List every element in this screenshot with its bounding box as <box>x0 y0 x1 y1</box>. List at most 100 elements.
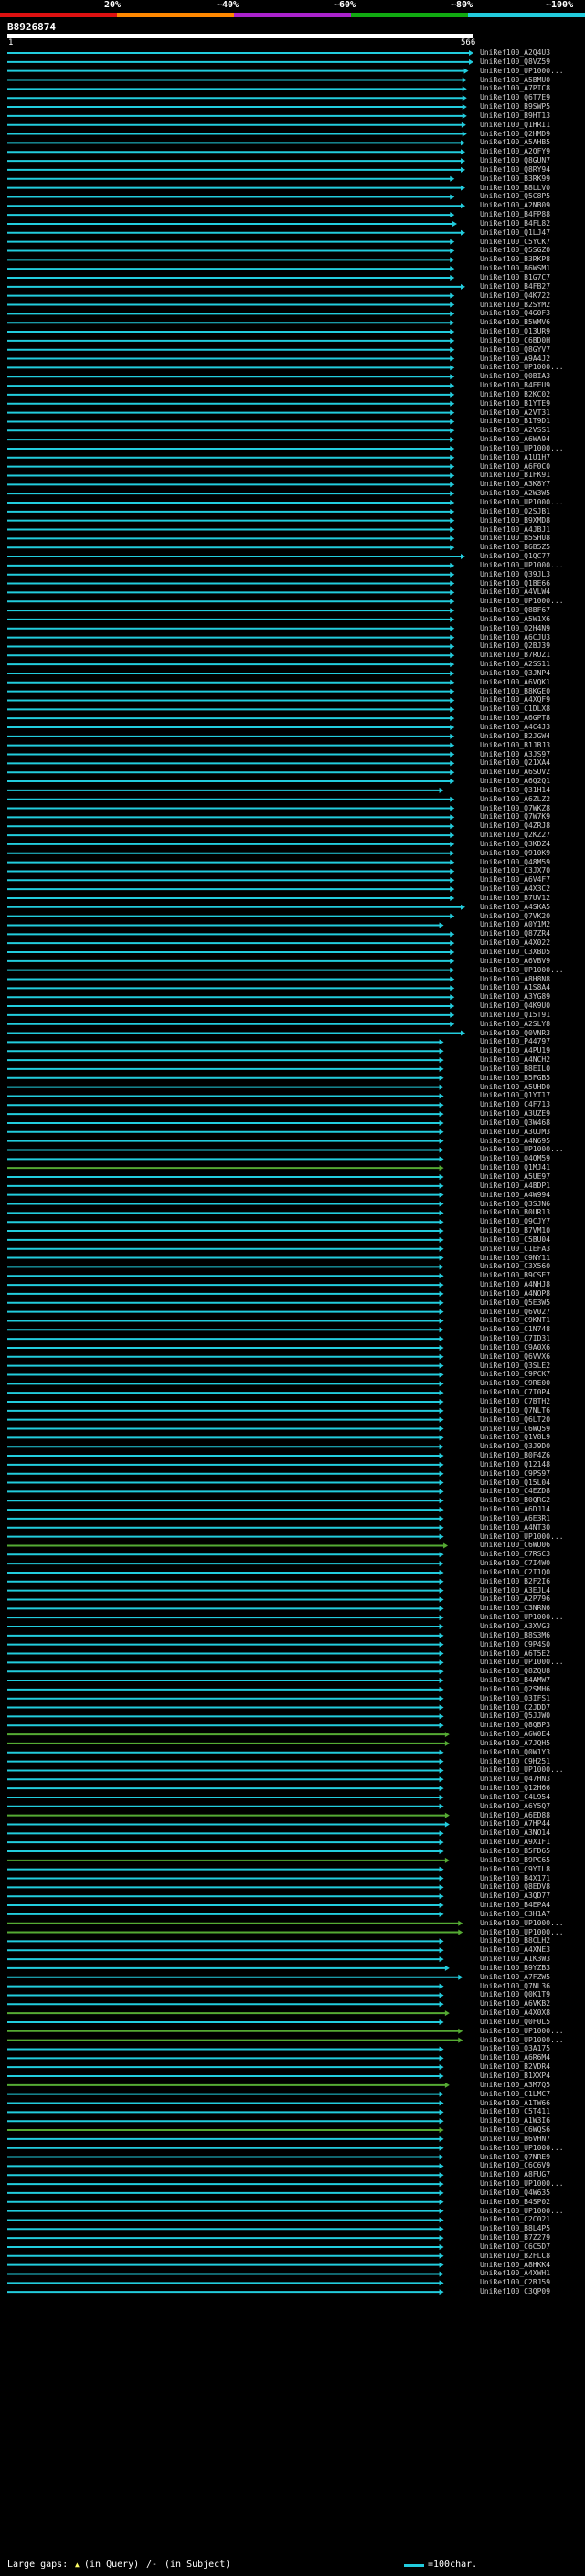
hit-label[interactable]: UniRef100_Q2H4N9 <box>480 624 585 632</box>
hit-label[interactable]: UniRef100_B7RUZ1 <box>480 651 585 659</box>
hit-label[interactable]: UniRef100_Q2KZ27 <box>480 831 585 839</box>
hit-label[interactable]: UniRef100_Q39JL3 <box>480 570 585 578</box>
hit-label[interactable]: UniRef100_A8HKK4 <box>480 2261 585 2269</box>
hit-label[interactable]: UniRef100_B7Z279 <box>480 2233 585 2242</box>
hit-label[interactable]: UniRef100_A2QFY9 <box>480 147 585 155</box>
hit-label[interactable]: UniRef100_Q4W635 <box>480 2189 585 2197</box>
hit-label[interactable]: UniRef100_C3XBD5 <box>480 948 585 956</box>
hit-label[interactable]: UniRef100_C9A0X6 <box>480 1343 585 1352</box>
hit-label[interactable]: UniRef100_A4XWH1 <box>480 2269 585 2277</box>
hit-label[interactable]: UniRef100_B6WSM1 <box>480 264 585 272</box>
hit-label[interactable]: UniRef100_B8LLV0 <box>480 184 585 192</box>
hit-label[interactable]: UniRef100_B5SHU8 <box>480 534 585 542</box>
hit-label[interactable]: UniRef100_Q1QC77 <box>480 552 585 560</box>
hit-label[interactable]: UniRef100_C5T411 <box>480 2107 585 2115</box>
hit-label[interactable]: UniRef100_B8S3M6 <box>480 1631 585 1639</box>
hit-label[interactable]: UniRef100_Q0VNR3 <box>480 1029 585 1037</box>
hit-label[interactable]: UniRef100_B4X171 <box>480 1874 585 1882</box>
hit-label[interactable]: UniRef100_UP1000... <box>480 363 585 371</box>
hit-label[interactable]: UniRef100_A2P796 <box>480 1595 585 1603</box>
hit-label[interactable]: UniRef100_C3X560 <box>480 1262 585 1270</box>
hit-label[interactable]: UniRef100_C3JX70 <box>480 866 585 875</box>
hit-label[interactable]: UniRef100_UP1000... <box>480 1145 585 1153</box>
hit-label[interactable]: UniRef100_C4F713 <box>480 1100 585 1108</box>
hit-label[interactable]: UniRef100_UP1000... <box>480 2036 585 2044</box>
hit-label[interactable]: UniRef100_B1FK91 <box>480 471 585 479</box>
hit-label[interactable]: UniRef100_UP1000... <box>480 2179 585 2188</box>
hit-label[interactable]: UniRef100_Q6T7E9 <box>480 93 585 101</box>
hit-label[interactable]: UniRef100_A7FZW5 <box>480 1973 585 1981</box>
hit-label[interactable]: UniRef100_Q8RY94 <box>480 165 585 174</box>
hit-label[interactable]: UniRef100_C9KNT1 <box>480 1316 585 1324</box>
hit-label[interactable]: UniRef100_C6WU06 <box>480 1541 585 1549</box>
hit-label[interactable]: UniRef100_Q4G0F3 <box>480 309 585 317</box>
hit-label[interactable]: UniRef100_B4FB27 <box>480 282 585 291</box>
hit-label[interactable]: UniRef100_A2SS11 <box>480 660 585 668</box>
hit-label[interactable]: UniRef100_B7UV12 <box>480 894 585 902</box>
hit-label[interactable]: UniRef100_Q0BIA3 <box>480 372 585 380</box>
hit-label[interactable]: UniRef100_Q0K1T9 <box>480 1990 585 1998</box>
hit-label[interactable]: UniRef100_Q7WKZ8 <box>480 804 585 812</box>
hit-label[interactable]: UniRef100_A9A4J2 <box>480 355 585 363</box>
hit-label[interactable]: UniRef100_Q87ZR4 <box>480 929 585 938</box>
hit-label[interactable]: UniRef100_C2C021 <box>480 2215 585 2223</box>
hit-label[interactable]: UniRef100_A7PIC8 <box>480 84 585 92</box>
hit-label[interactable]: UniRef100_UP1000... <box>480 966 585 974</box>
hit-label[interactable]: UniRef100_A7HP44 <box>480 1819 585 1828</box>
hit-label[interactable]: UniRef100_P44797 <box>480 1037 585 1045</box>
hit-label[interactable]: UniRef100_C6C5D7 <box>480 2242 585 2251</box>
hit-label[interactable]: UniRef100_B2VDR4 <box>480 2062 585 2071</box>
hit-label[interactable]: UniRef100_B1G7C7 <box>480 273 585 281</box>
hit-label[interactable]: UniRef100_Q8GUN7 <box>480 156 585 164</box>
hit-label[interactable]: UniRef100_UP1000... <box>480 1765 585 1774</box>
hit-label[interactable]: UniRef100_Q9CJY7 <box>480 1217 585 1225</box>
hit-label[interactable]: UniRef100_A6R6M4 <box>480 2053 585 2062</box>
hit-label[interactable]: UniRef100_A4JBJ1 <box>480 525 585 534</box>
hit-label[interactable]: UniRef100_B2KC02 <box>480 390 585 398</box>
hit-label[interactable]: UniRef100_B8L4P5 <box>480 2224 585 2232</box>
hit-label[interactable]: UniRef100_B2JGW4 <box>480 732 585 740</box>
hit-label[interactable]: UniRef100_A5UHD0 <box>480 1083 585 1091</box>
hit-label[interactable]: UniRef100_A6ED88 <box>480 1811 585 1819</box>
hit-label[interactable]: UniRef100_B2SYM2 <box>480 301 585 309</box>
hit-label[interactable]: UniRef100_Q2SJB1 <box>480 507 585 515</box>
hit-label[interactable]: UniRef100_C9PS97 <box>480 1469 585 1478</box>
hit-label[interactable]: UniRef100_A6GPT8 <box>480 714 585 722</box>
hit-label[interactable]: UniRef100_A6Y5Q7 <box>480 1802 585 1810</box>
hit-label[interactable]: UniRef100_Q2HMD9 <box>480 130 585 138</box>
hit-label[interactable]: UniRef100_A6SUV2 <box>480 768 585 776</box>
hit-label[interactable]: UniRef100_A1U1H7 <box>480 453 585 461</box>
hit-label[interactable]: UniRef100_UP1000... <box>480 597 585 605</box>
hit-label[interactable]: UniRef100_UP1000... <box>480 498 585 506</box>
hit-label[interactable]: UniRef100_C9P4S0 <box>480 1640 585 1648</box>
hit-label[interactable]: UniRef100_UP1000... <box>480 1658 585 1666</box>
hit-label[interactable]: UniRef100_C4EZD8 <box>480 1487 585 1495</box>
hit-label[interactable]: UniRef100_A6ZLZ2 <box>480 795 585 803</box>
hit-label[interactable]: UniRef100_B9XMD8 <box>480 516 585 525</box>
hit-label[interactable]: UniRef100_C9NY11 <box>480 1254 585 1262</box>
hit-label[interactable]: UniRef100_Q7VK20 <box>480 912 585 920</box>
hit-label[interactable]: UniRef100_A6VKB2 <box>480 1999 585 2008</box>
hit-label[interactable]: UniRef100_A6VBV9 <box>480 957 585 965</box>
hit-label[interactable]: UniRef100_Q8BF67 <box>480 606 585 614</box>
hit-label[interactable]: UniRef100_A1S8A4 <box>480 983 585 991</box>
hit-label[interactable]: UniRef100_Q7W7K9 <box>480 812 585 821</box>
hit-label[interactable]: UniRef100_A4NHJ8 <box>480 1280 585 1288</box>
hit-label[interactable]: UniRef100_B1JBJ3 <box>480 741 585 749</box>
hit-label[interactable]: UniRef100_Q8EDV8 <box>480 1882 585 1891</box>
hit-label[interactable]: UniRef100_UP1000... <box>480 444 585 452</box>
hit-label[interactable]: UniRef100_A3M7Q5 <box>480 2081 585 2089</box>
hit-label[interactable]: UniRef100_B6B5Z5 <box>480 543 585 551</box>
hit-label[interactable]: UniRef100_C7BTH2 <box>480 1397 585 1405</box>
hit-label[interactable]: UniRef100_UP1000... <box>480 2027 585 2035</box>
hit-label[interactable]: UniRef100_UP1000... <box>480 1919 585 1927</box>
hit-label[interactable]: UniRef100_A5W1X6 <box>480 615 585 623</box>
hit-label[interactable]: UniRef100_A2W3W5 <box>480 489 585 497</box>
hit-label[interactable]: UniRef100_C5YCK7 <box>480 238 585 246</box>
hit-label[interactable]: UniRef100_B4FP88 <box>480 210 585 218</box>
hit-label[interactable]: UniRef100_A3QD77 <box>480 1892 585 1900</box>
hit-label[interactable]: UniRef100_C9PCK7 <box>480 1370 585 1378</box>
hit-label[interactable]: UniRef100_A4SKA5 <box>480 903 585 911</box>
hit-label[interactable]: UniRef100_C6WQS6 <box>480 2125 585 2134</box>
hit-label[interactable]: UniRef100_C6BD0H <box>480 336 585 345</box>
